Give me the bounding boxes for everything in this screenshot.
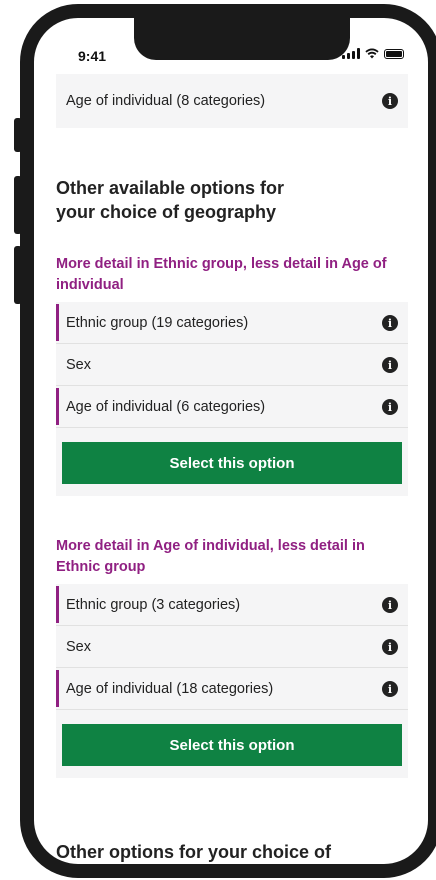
dimension-row-age: Age of individual (6 categories) i [56,386,408,428]
option-heading: More detail in Age of individual, less d… [56,538,365,575]
page-content: Age of individual (8 categories) i Other… [56,74,408,878]
previous-option-card: Age of individual (8 categories) i [56,74,408,128]
dimension-row: Age of individual (8 categories) i [56,80,408,122]
info-icon[interactable]: i [382,93,398,109]
info-icon[interactable]: i [382,399,398,415]
section-heading-bottom: Other options for your choice of geograp… [56,842,332,878]
option-card: Ethnic group (19 categories) i Sex i Age… [56,302,408,496]
dimension-label: Age of individual (18 categories) [66,680,274,697]
info-icon[interactable]: i [382,639,398,655]
dimension-row-sex: Sex i [56,344,408,386]
option-block-2: More detail in Age of individual, less d… [56,536,408,778]
dimension-label: Sex [66,638,91,655]
dimension-label: Ethnic group (3 categories) [66,596,241,613]
select-option-button[interactable]: Select this option [62,724,402,766]
phone-frame: 9:41 Age of individual (8 categories) i … [20,4,436,878]
dimension-row-sex: Sex i [56,626,408,668]
info-icon[interactable]: i [382,597,398,613]
battery-icon [384,48,404,59]
option-card: Ethnic group (3 categories) i Sex i Age … [56,584,408,778]
wifi-icon [365,48,379,59]
info-icon[interactable]: i [382,681,398,697]
select-option-button[interactable]: Select this option [62,442,402,484]
status-time: 9:41 [78,48,107,64]
option-block-1: More detail in Ethnic group, less detail… [56,254,408,496]
dimension-row-age: Age of individual (18 categories) i [56,668,408,710]
status-icons [342,48,404,59]
option-heading: More detail in Ethnic group, less detail… [56,256,387,293]
dimension-label: Sex [66,356,91,373]
phone-notch [134,18,350,60]
info-icon[interactable]: i [382,357,398,373]
section-heading: Other available options for your choice … [56,178,285,222]
dimension-label: Age of individual (8 categories) [66,93,266,109]
info-icon[interactable]: i [382,315,398,331]
screen: Age of individual (8 categories) i Other… [34,18,428,864]
dimension-row-ethnic-group: Ethnic group (3 categories) i [56,584,408,626]
dimension-label: Ethnic group (19 categories) [66,314,249,331]
dimension-row-ethnic-group: Ethnic group (19 categories) i [56,302,408,344]
dimension-label: Age of individual (6 categories) [66,398,266,415]
